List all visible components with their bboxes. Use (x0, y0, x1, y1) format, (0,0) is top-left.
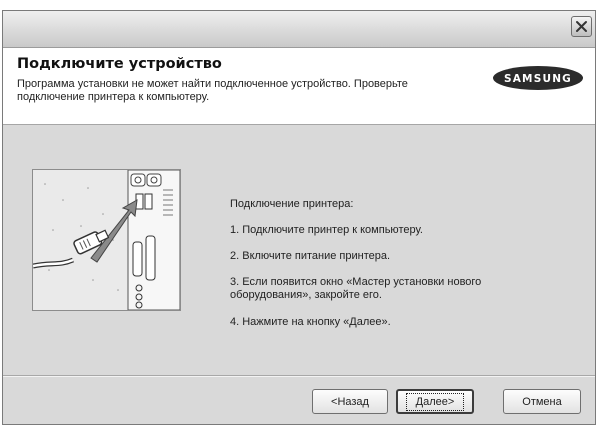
back-button[interactable]: <Назад (312, 389, 388, 414)
installer-dialog: Подключите устройство Программа установк… (2, 10, 596, 425)
step-3: 3. Если появится окно «Мастер установки … (230, 276, 482, 301)
step-2: 2. Включите питание принтера. (230, 250, 391, 262)
logo-text: SAMSUNG (504, 73, 572, 85)
next-button-label: Далее> (405, 392, 465, 411)
close-button[interactable] (571, 16, 592, 37)
close-icon (576, 21, 587, 32)
page-title: Подключите устройство (17, 56, 222, 72)
instructions-heading: Подключение принтера: (230, 198, 354, 210)
step-4: 4. Нажмите на кнопку «Далее». (230, 316, 391, 328)
header-panel: Подключите устройство Программа установк… (3, 48, 595, 125)
cancel-button[interactable]: Отмена (503, 389, 581, 414)
samsung-logo: SAMSUNG (493, 66, 583, 90)
content-area: Подключение принтера: 1. Подключите прин… (3, 125, 595, 375)
title-bar (3, 11, 595, 48)
next-button[interactable]: Далее> (396, 389, 474, 414)
page-subtitle: Программа установки не может найти подкл… (17, 78, 408, 103)
usb-cable-illustration (32, 169, 181, 311)
step-1: 1. Подключите принтер к компьютеру. (230, 224, 423, 236)
pc-back-panel-image (32, 169, 181, 311)
footer-divider (3, 375, 595, 377)
instructions-block: Подключение принтера: 1. Подключите прин… (230, 198, 550, 328)
